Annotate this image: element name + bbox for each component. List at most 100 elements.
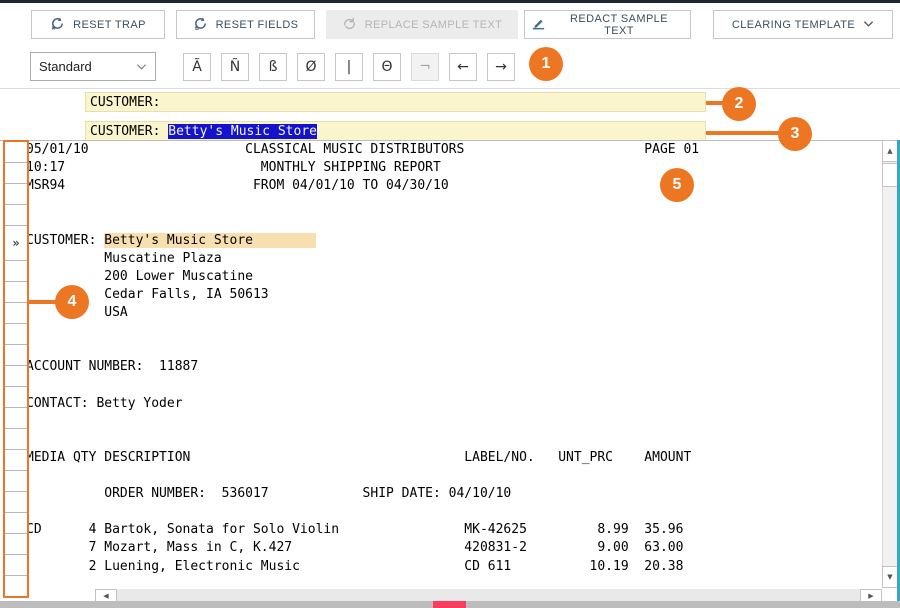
reset-icon: [193, 16, 208, 34]
report-line-6: Muscatine Plaza: [26, 250, 882, 268]
report-line-segment: CUSTOMER:: [26, 233, 104, 248]
vertical-scrollbar-thumb[interactable]: [882, 163, 898, 187]
gutter-cell[interactable]: [5, 576, 27, 596]
gutter-cell[interactable]: [5, 303, 27, 324]
gutter-cell[interactable]: [5, 429, 27, 450]
down-arrow-icon: ▼: [887, 573, 892, 581]
report-line-2: MSR94 FROM 04/01/10 TO 04/30/10: [26, 177, 882, 195]
report-line-23: 2 Luening, Electronic Music CD 611 10.19…: [26, 558, 882, 576]
gutter-cell[interactable]: [5, 492, 27, 513]
redact-pen-icon: [531, 16, 546, 34]
report-line-4: [26, 213, 882, 231]
char-button-1[interactable]: Ñ: [221, 53, 249, 81]
char-button-5[interactable]: Θ: [373, 53, 401, 81]
char-button-6: ¬: [411, 53, 439, 81]
report-line-20: [26, 503, 882, 521]
gutter-cell[interactable]: [5, 471, 27, 492]
reset-fields-label: RESET FIELDS: [216, 19, 299, 31]
trap-field-empty-label: CUSTOMER:: [90, 95, 160, 110]
char-button-0[interactable]: Ã: [183, 53, 211, 81]
gutter-cell[interactable]: [5, 450, 27, 471]
toolbar-divider: [0, 88, 900, 89]
report-line-8: Cedar Falls, IA 50613: [26, 286, 882, 304]
report-line-15: [26, 413, 882, 431]
up-arrow-icon: ▲: [887, 147, 892, 155]
report-line-17: MEDIA QTY DESCRIPTION LABEL/NO. UNT_PRC …: [26, 449, 882, 467]
report-line-12: ACCOUNT NUMBER: 11887: [26, 358, 882, 376]
badge-number: 3: [791, 125, 800, 143]
reset-trap-button[interactable]: RESET TRAP: [31, 10, 165, 39]
gutter-cell[interactable]: [5, 282, 27, 303]
trap-field-selected-text[interactable]: Betty's Music Store: [168, 124, 317, 139]
clearing-template-button[interactable]: CLEARING TEMPLATE: [713, 10, 893, 39]
report-line-7: 200 Lower Muscatine: [26, 268, 882, 286]
reset-fields-button[interactable]: RESET FIELDS: [176, 10, 315, 39]
report-line-13: [26, 376, 882, 394]
gutter-cell[interactable]: [5, 345, 27, 366]
trap-field-row-sample[interactable]: CUSTOMER: Betty's Music Store: [85, 121, 706, 141]
char-button-3[interactable]: Ø: [297, 53, 325, 81]
style-select-value: Standard: [39, 59, 92, 74]
report-line-14: CONTACT: Betty Yoder: [26, 395, 882, 413]
gutter-cell[interactable]: [5, 324, 27, 345]
char-button-2[interactable]: ß: [259, 53, 287, 81]
callout-badge-1: 1: [529, 47, 563, 81]
char-button-4[interactable]: |: [335, 53, 363, 81]
gutter-cell[interactable]: [5, 387, 27, 408]
replace-icon: [342, 16, 357, 34]
trap-field-row-empty[interactable]: CUSTOMER:: [85, 92, 706, 112]
reset-icon: [50, 16, 65, 34]
trapped-field-highlight: Betty's Music Store: [104, 233, 315, 248]
scroll-down-button[interactable]: ▼: [882, 566, 898, 588]
style-select[interactable]: Standard: [30, 52, 156, 81]
gutter-cell[interactable]: [5, 534, 27, 555]
chevron-down-icon: [136, 59, 147, 74]
right-arrow-icon: ▶: [868, 592, 873, 600]
gutter-cell[interactable]: [5, 163, 27, 184]
report-line-19: ORDER NUMBER: 536017 SHIP DATE: 04/10/10: [26, 485, 882, 503]
badge-number: 2: [735, 95, 744, 113]
gutter-cell[interactable]: [5, 261, 27, 282]
left-arrow-icon: ◀: [103, 592, 108, 600]
chevron-down-icon: [863, 19, 874, 31]
gutter-cell[interactable]: [5, 366, 27, 387]
replace-sample-text-label: REPLACE SAMPLE TEXT: [365, 19, 503, 31]
report-line-3: [26, 195, 882, 213]
vertical-scrollbar-track[interactable]: [882, 140, 898, 588]
report-line-21: CD 4 Bartok, Sonata for Solo Violin MK-4…: [26, 521, 882, 539]
gutter-cell[interactable]: [5, 142, 27, 163]
report-line-1: 10:17 MONTHLY SHIPPING REPORT: [26, 159, 882, 177]
trap-field-sample-label: CUSTOMER:: [90, 124, 168, 139]
gutter-cell[interactable]: [5, 184, 27, 205]
callout-badge-5: 5: [660, 168, 694, 202]
char-button-8[interactable]: →: [487, 53, 515, 81]
badge-3-connector-line: [706, 131, 784, 135]
report-line-9: USA: [26, 304, 882, 322]
char-button-7[interactable]: ←: [449, 53, 477, 81]
redact-sample-text-label: REDACT SAMPLE TEXT: [554, 13, 684, 37]
gutter-cell[interactable]: [5, 205, 27, 226]
gutter-current-line-marker[interactable]: »: [5, 226, 27, 261]
gutter-cell[interactable]: [5, 555, 27, 576]
top-accent-bar: [0, 0, 900, 3]
report-line-18: [26, 467, 882, 485]
reset-trap-label: RESET TRAP: [73, 19, 146, 31]
trap-editor-window: RESET TRAP RESET FIELDS REPLACE SAMPLE T…: [0, 0, 900, 608]
report-line-0: 05/01/10 CLASSICAL MUSIC DISTRIBUTORS PA…: [26, 141, 882, 159]
callout-badge-4: 4: [55, 285, 89, 319]
line-gutter[interactable]: »: [3, 140, 29, 598]
report-line-22: 7 Mozart, Mass in C, K.427 420831-2 9.00…: [26, 539, 882, 557]
report-line-5: CUSTOMER: Betty's Music Store: [26, 232, 882, 250]
gutter-cell[interactable]: [5, 408, 27, 429]
clearing-template-label: CLEARING TEMPLATE: [732, 19, 855, 31]
report-text[interactable]: 05/01/10 CLASSICAL MUSIC DISTRIBUTORS PA…: [26, 141, 882, 576]
gutter-cell[interactable]: [5, 513, 27, 534]
report-line-16: [26, 431, 882, 449]
replace-sample-text-button: REPLACE SAMPLE TEXT: [326, 10, 518, 39]
callout-badge-2: 2: [722, 87, 756, 121]
scroll-up-button[interactable]: ▲: [882, 140, 898, 162]
badge-number: 4: [68, 293, 77, 311]
callout-badge-3: 3: [778, 117, 812, 151]
char-button-row: ÃÑßØ | Θ ¬ ← →: [183, 53, 515, 81]
redact-sample-text-button[interactable]: REDACT SAMPLE TEXT: [524, 10, 691, 39]
